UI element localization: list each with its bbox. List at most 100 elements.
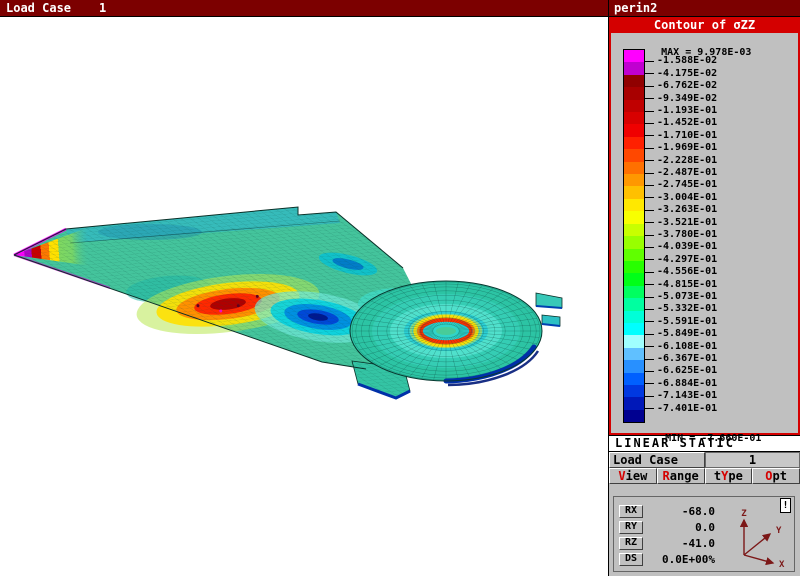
- ry-button[interactable]: RY: [619, 521, 643, 534]
- legend-value: -2.228E-01: [657, 156, 717, 166]
- legend-tick: [645, 61, 654, 62]
- legend-tick: [645, 173, 654, 174]
- triad-z-label: Z: [741, 509, 747, 519]
- legend-tick: [645, 86, 654, 87]
- legend-tick: [645, 259, 654, 260]
- legend-value: -4.039E-01: [657, 242, 717, 252]
- legend-tick: [645, 135, 654, 136]
- legend-value: -3.004E-01: [657, 193, 717, 203]
- rz-button[interactable]: RZ: [619, 537, 643, 550]
- legend-value: -5.332E-01: [657, 304, 717, 314]
- legend-value: -7.401E-01: [657, 404, 717, 414]
- legend-band: [624, 323, 644, 335]
- legend-value: -2.487E-01: [657, 168, 717, 178]
- legend-tick: [645, 346, 654, 347]
- legend-band: [624, 410, 644, 422]
- legend-band: [624, 286, 644, 298]
- rx-button[interactable]: RX: [619, 505, 643, 518]
- contour-title: Contour of σZZ: [654, 18, 755, 32]
- legend-value: -3.263E-01: [657, 205, 717, 215]
- legend-band: [624, 112, 644, 124]
- legend-value: -6.625E-01: [657, 366, 717, 376]
- control-panel: perin2 Contour of σZZ MAX =9.978E-03 -1.…: [608, 0, 800, 576]
- legend-value: -1.710E-01: [657, 131, 717, 141]
- legend-tick: [645, 148, 654, 149]
- button-type[interactable]: tYpe: [705, 468, 753, 484]
- legend-band: [624, 261, 644, 273]
- rx-value: -68.0: [649, 505, 715, 518]
- legend-value: -1.193E-01: [657, 106, 717, 116]
- legend-tick: [645, 309, 654, 310]
- legend-value: -4.815E-01: [657, 280, 717, 290]
- legend-band: [624, 87, 644, 99]
- legend-band: [624, 385, 644, 397]
- contour-legend: MAX =9.978E-03 -1.588E-02-4.175E-02-6.76…: [609, 33, 800, 435]
- legend-tick: [645, 197, 654, 198]
- transform-row: RX -68.0: [619, 503, 729, 519]
- legend-band: [624, 162, 644, 174]
- legend-band: [624, 124, 644, 136]
- legend-tick: [645, 185, 654, 186]
- legend-tick: [645, 210, 654, 211]
- ds-button[interactable]: DS: [619, 553, 643, 566]
- triad-x-label: X: [779, 560, 785, 569]
- legend-value: -6.884E-01: [657, 379, 717, 389]
- legend-tick: [645, 359, 654, 360]
- transform-row: DS 0.0E+00%: [619, 551, 729, 567]
- legend-band: [624, 224, 644, 236]
- legend-tick: [645, 272, 654, 273]
- button-view[interactable]: View: [609, 468, 657, 484]
- legend-value: -4.556E-01: [657, 267, 717, 277]
- legend-band: [624, 211, 644, 223]
- legend-min-line: MIN =-7.660E-01: [629, 422, 761, 455]
- legend-value: -3.780E-01: [657, 230, 717, 240]
- legend-band: [624, 174, 644, 186]
- legend-band: [624, 186, 644, 198]
- legend-colorbar: [623, 49, 645, 423]
- legend-tick: [645, 396, 654, 397]
- legend-value: -3.521E-01: [657, 218, 717, 228]
- legend-tick: [645, 321, 654, 322]
- legend-value: -2.745E-01: [657, 180, 717, 190]
- button-opt[interactable]: Opt: [752, 468, 800, 484]
- transform-panel: RX-68.0RY0.0RZ-41.0DS0.0E+00% ! Z Y X: [613, 496, 795, 572]
- legend-band: [624, 397, 644, 409]
- legend-band: [624, 199, 644, 211]
- legend-band: [624, 249, 644, 261]
- legend-min-value: -7.660E-01: [701, 433, 761, 444]
- legend-value: -1.588E-02: [657, 56, 717, 66]
- legend-band: [624, 348, 644, 360]
- ds-value: 0.0E+00%: [649, 553, 715, 566]
- legend-tick: [645, 408, 654, 409]
- legend-tick: [645, 334, 654, 335]
- legend-value: -5.591E-01: [657, 317, 717, 327]
- legend-band: [624, 360, 644, 372]
- legend-value: -7.143E-01: [657, 391, 717, 401]
- legend-band: [624, 311, 644, 323]
- legend-value: -1.452E-01: [657, 118, 717, 128]
- load-case-titlebar: Load Case 1: [0, 0, 608, 17]
- legend-band: [624, 273, 644, 285]
- fea-model-drawing: [0, 17, 608, 576]
- button-range[interactable]: Range: [657, 468, 705, 484]
- model-viewport[interactable]: [0, 17, 608, 576]
- legend-tick: [645, 247, 654, 248]
- legend-band: [624, 149, 644, 161]
- legend-tick: [645, 297, 654, 298]
- legend-value: -6.762E-02: [657, 81, 717, 91]
- ry-value: 0.0: [649, 521, 715, 534]
- triad-y-label: Y: [776, 526, 782, 536]
- legend-band: [624, 335, 644, 347]
- legend-band: [624, 100, 644, 112]
- legend-value: -6.367E-01: [657, 354, 717, 364]
- legend-band: [624, 50, 644, 62]
- rz-value: -41.0: [649, 537, 715, 550]
- legend-tick: [645, 371, 654, 372]
- transform-row: RY 0.0: [619, 519, 729, 535]
- legend-value: -5.073E-01: [657, 292, 717, 302]
- legend-value: -4.297E-01: [657, 255, 717, 265]
- legend-tick: [645, 235, 654, 236]
- legend-tick: [645, 284, 654, 285]
- load-case-number: 1: [99, 1, 106, 15]
- load-case-label: Load Case: [6, 1, 71, 15]
